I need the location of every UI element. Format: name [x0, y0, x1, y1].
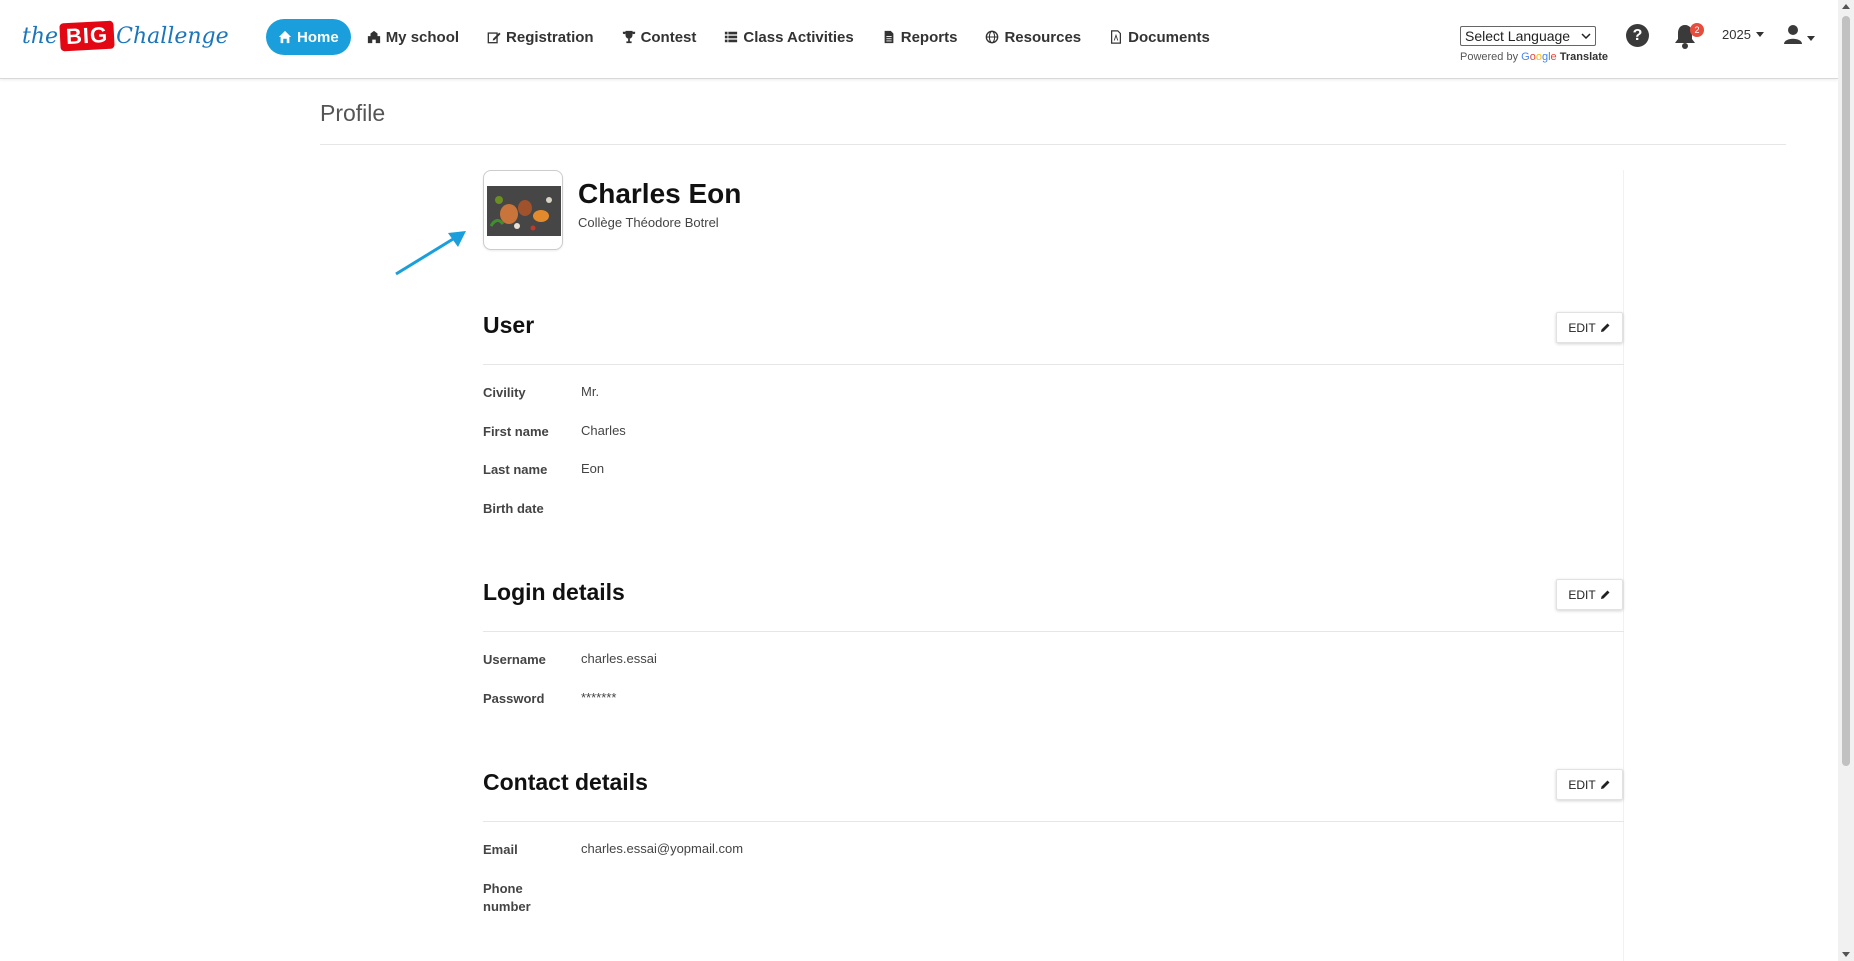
page-title: Profile [320, 100, 386, 126]
profile-card: Charles Eon Collège Théodore Botrel User… [483, 170, 1624, 961]
file-icon [884, 30, 894, 44]
nav-documents[interactable]: Documents [1097, 19, 1222, 55]
pencil-icon [1600, 323, 1610, 332]
nav-home[interactable]: Home [266, 19, 351, 55]
field-label-first-name: First name [483, 424, 549, 439]
profile-name: Charles Eon [578, 178, 742, 209]
edit-contact-label: EDIT [1568, 777, 1596, 792]
home-icon [278, 30, 292, 44]
edit-contact-button[interactable]: EDIT [1556, 769, 1623, 800]
top-navbar: the BIG Challenge Home My school Registr… [0, 0, 1838, 79]
annotation-arrow [395, 231, 466, 276]
profile-avatar[interactable] [483, 170, 563, 250]
language-select[interactable]: Select Language [1460, 26, 1596, 46]
pdf-icon [1111, 30, 1122, 44]
avatar-photo [487, 186, 561, 236]
main-nav: Home My school Registration Contest Clas… [266, 19, 1222, 55]
field-label-civility: Civility [483, 385, 526, 400]
powered-by-google: Powered by Google Translate [1460, 51, 1608, 63]
school-icon [367, 30, 380, 44]
big-challenge-logo[interactable]: the BIG Challenge [22, 16, 229, 56]
field-value-last-name: Eon [581, 461, 605, 476]
pencil-icon [1600, 780, 1610, 789]
nav-contest-label: Contest [640, 28, 697, 46]
google-letter: e [1550, 51, 1557, 63]
section-title-user: User [483, 312, 535, 338]
year-label: 2025 [1722, 27, 1751, 42]
edit-login-button[interactable]: EDIT [1556, 579, 1623, 610]
help-icon[interactable]: ? [1626, 24, 1649, 47]
nav-resources[interactable]: Resources [973, 19, 1093, 55]
logo-big: BIG [59, 20, 115, 52]
edit-user-label: EDIT [1568, 320, 1596, 335]
divider [483, 364, 1624, 365]
nav-contest[interactable]: Contest [610, 19, 709, 55]
field-value-civility: Mr. [581, 384, 600, 399]
edit-user-button[interactable]: EDIT [1556, 312, 1623, 343]
scroll-down-arrow[interactable] [1842, 952, 1850, 957]
field-label-username: Username [483, 652, 546, 667]
trophy-icon [622, 30, 635, 44]
nav-registration-label: Registration [506, 28, 594, 46]
field-label-phone-number: Phone number [483, 881, 531, 914]
page-scrollbar[interactable] [1838, 0, 1854, 961]
powered-by-text: Powered by [1460, 51, 1519, 63]
nav-documents-label: Documents [1128, 28, 1210, 46]
nav-my-school-label: My school [385, 28, 460, 46]
translate-link[interactable]: Translate [1560, 51, 1608, 63]
nav-reports-label: Reports [900, 28, 958, 46]
field-value-first-name: Charles [581, 423, 626, 438]
user-icon [1784, 25, 1802, 44]
section-title-login: Login details [483, 579, 625, 605]
field-label-password: Password [483, 691, 545, 706]
divider [483, 631, 1624, 632]
divider [483, 821, 1624, 822]
language-select-label: Select Language [1465, 28, 1571, 44]
field-value-password: ******* [581, 690, 617, 705]
edit-icon [487, 32, 501, 44]
field-label-last-name: Last name [483, 462, 548, 477]
nav-my-school[interactable]: My school [355, 19, 471, 55]
google-letter: G [1521, 51, 1530, 63]
nav-class-activities[interactable]: Class Activities [712, 19, 865, 55]
food-image-icon [487, 186, 561, 236]
globe-icon [986, 30, 999, 44]
edit-login-label: EDIT [1568, 587, 1596, 602]
section-title-contact: Contact details [483, 769, 648, 795]
field-value-username: charles.essai [581, 651, 657, 666]
logo-challenge: Challenge [116, 23, 229, 49]
divider [320, 144, 1786, 145]
pencil-icon [1600, 590, 1610, 599]
caret-down-icon [1807, 35, 1815, 41]
nav-home-label: Home [297, 28, 339, 46]
nav-class-activities-label: Class Activities [743, 28, 854, 46]
nav-resources-label: Resources [1004, 28, 1082, 46]
scrollbar-thumb[interactable] [1842, 16, 1850, 766]
google-translate-widget: Select Language Powered by Google Transl… [1460, 26, 1608, 63]
notification-badge: 2 [1690, 23, 1704, 37]
field-label-email: Email [483, 842, 518, 857]
chevron-down-icon [1581, 33, 1591, 39]
field-label-birth-date: Birth date [483, 501, 544, 516]
field-value-email: charles.essai@yopmail.com [581, 841, 744, 856]
caret-down-icon [1755, 32, 1764, 37]
list-icon [725, 31, 738, 43]
nav-reports[interactable]: Reports [870, 19, 970, 55]
nav-registration[interactable]: Registration [475, 19, 606, 55]
scroll-up-arrow[interactable] [1842, 4, 1850, 9]
profile-school: Collège Théodore Botrel [578, 215, 719, 230]
year-dropdown[interactable]: 2025 [1722, 27, 1764, 42]
user-menu[interactable] [1783, 24, 1815, 44]
logo-the: the [22, 23, 59, 49]
